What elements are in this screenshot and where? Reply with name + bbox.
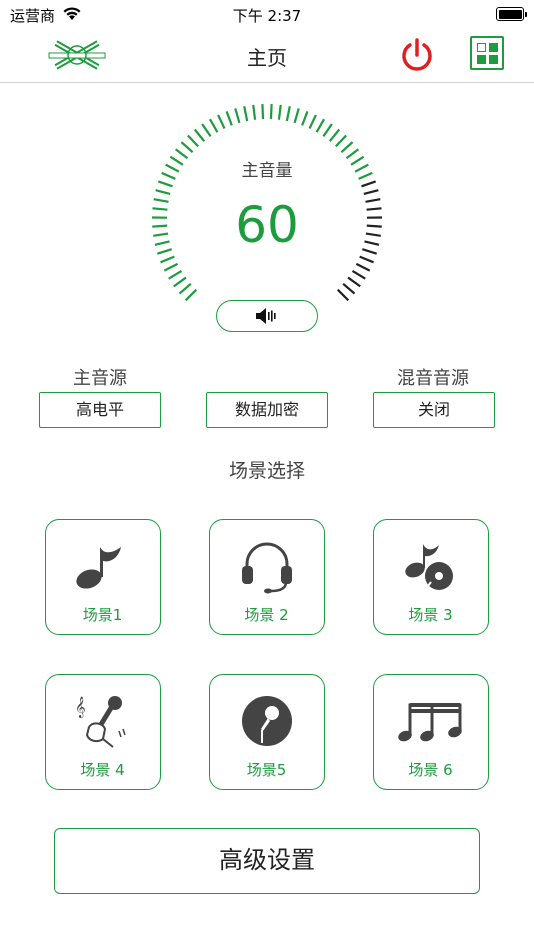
music-disc-icon <box>374 536 487 596</box>
gauge-tick <box>293 108 300 124</box>
gauge-tick <box>328 128 341 142</box>
gauge-tick <box>361 180 377 188</box>
gauge-tick <box>193 128 206 142</box>
gauge-tick <box>363 189 379 196</box>
scene-2-label: 场景 2 <box>244 606 289 624</box>
mix-source-button[interactable]: 关闭 <box>373 392 495 428</box>
gauge-tick <box>347 276 361 288</box>
mix-source-label: 混音音源 <box>397 368 469 389</box>
advanced-settings-button[interactable]: 高级设置 <box>54 828 480 894</box>
gauge-tick <box>184 288 198 302</box>
scene-3-label: 场景 3 <box>408 606 453 624</box>
gauge-tick <box>201 123 212 138</box>
gauge-tick <box>351 269 366 280</box>
gauge-tick <box>225 110 233 126</box>
page-title: 主页 <box>247 46 287 70</box>
gauge-tick <box>355 262 371 272</box>
svg-text:𝄞: 𝄞 <box>75 697 86 718</box>
mute-button[interactable] <box>216 300 318 332</box>
speaker-icon <box>255 307 279 329</box>
headset-icon <box>210 536 323 596</box>
scene-4-button[interactable]: 𝄞 场景 4 <box>45 674 161 790</box>
scene-5-label: 场景5 <box>246 761 287 779</box>
clock: 下午 2:37 <box>232 7 302 25</box>
navigation-bar: 主页 <box>0 28 534 83</box>
grid-menu-icon[interactable] <box>470 36 504 70</box>
gauge-tick <box>178 283 192 295</box>
gauge-tick <box>336 288 350 302</box>
gauge-tick <box>157 180 173 188</box>
gauge-tick <box>308 114 317 129</box>
gauge-tick <box>277 104 282 120</box>
gauge-tick <box>342 283 356 295</box>
microphone-circle-icon <box>210 691 323 751</box>
gauge-tick <box>315 118 326 133</box>
gauge-tick <box>269 104 273 120</box>
battery-icon <box>496 7 527 21</box>
volume-label: 主音量 <box>241 161 293 181</box>
gauge-tick <box>163 262 179 272</box>
scene-4-label: 场景 4 <box>80 761 125 779</box>
gauge-tick <box>187 134 199 148</box>
scene-3-button[interactable]: 场景 3 <box>373 519 489 635</box>
gauge-tick <box>335 134 347 148</box>
data-encrypt-button[interactable]: 数据加密 <box>206 392 328 428</box>
power-icon[interactable] <box>398 36 436 78</box>
gauge-tick <box>160 255 175 264</box>
main-source-button[interactable]: 高电平 <box>39 392 161 428</box>
hand-microphone-icon: 𝄞 <box>46 691 159 751</box>
music-notes-icon <box>374 691 487 751</box>
scene-6-button[interactable]: 场景 6 <box>373 674 489 790</box>
gauge-tick <box>301 110 309 126</box>
gauge-tick <box>234 108 241 124</box>
scene-1-button[interactable]: 场景1 <box>45 519 161 635</box>
gauge-tick <box>252 104 257 120</box>
gauge-tick <box>243 106 249 122</box>
gauge-tick <box>173 276 187 288</box>
gauge-tick <box>217 114 226 129</box>
scene-section-title: 场景选择 <box>228 460 305 482</box>
gauge-tick <box>261 104 265 120</box>
scene-1-label: 场景1 <box>82 606 123 624</box>
gauge-tick <box>168 269 183 280</box>
music-note-icon <box>46 536 159 596</box>
gauge-tick <box>155 189 171 196</box>
gauge-tick <box>285 106 291 122</box>
gauge-tick <box>208 118 219 133</box>
main-source-label: 主音源 <box>73 368 127 389</box>
gauge-tick <box>359 255 374 264</box>
gauge-tick <box>322 123 333 138</box>
status-bar: 运营商 下午 2:37 <box>0 0 534 28</box>
scene-6-label: 场景 6 <box>408 761 453 779</box>
gauge-tick <box>180 141 194 153</box>
gauge-tick <box>340 141 354 153</box>
volume-value: 60 <box>235 196 299 254</box>
scene-2-button[interactable]: 场景 2 <box>209 519 325 635</box>
scene-5-button[interactable]: 场景5 <box>209 674 325 790</box>
